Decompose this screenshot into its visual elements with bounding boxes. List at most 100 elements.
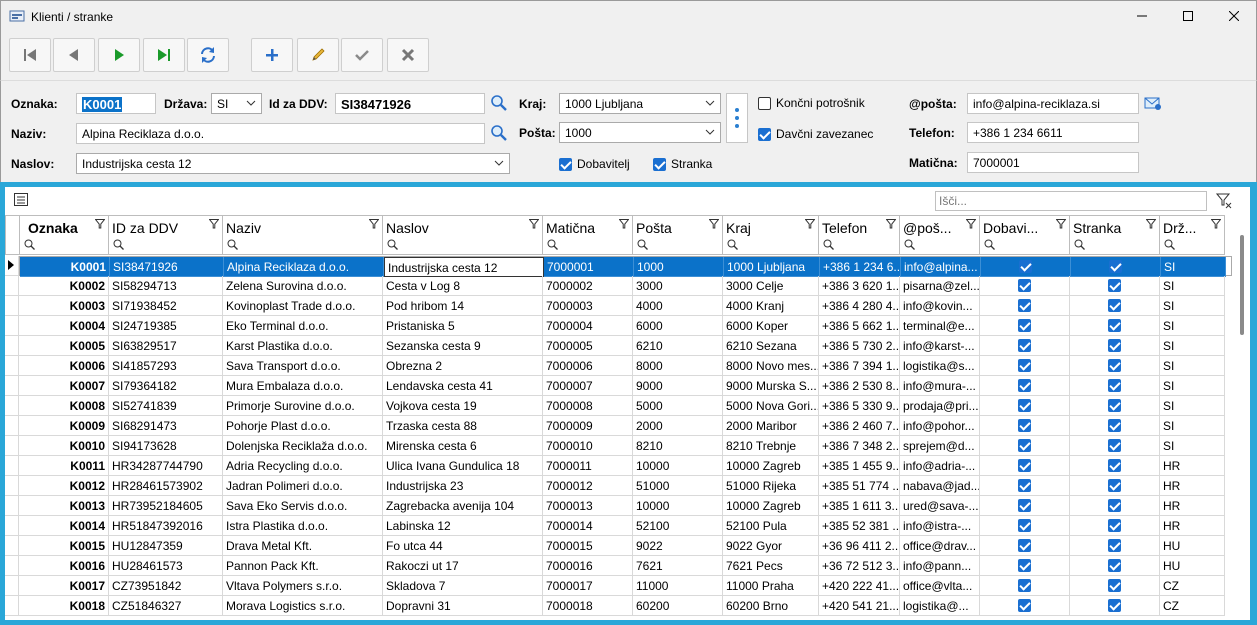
checkbox-box[interactable] <box>1108 499 1121 512</box>
filter-icon[interactable] <box>1146 219 1156 229</box>
row-indicator[interactable] <box>5 556 19 576</box>
filter-icon[interactable] <box>1056 219 1066 229</box>
table-cell[interactable]: SI41857293 <box>109 356 223 376</box>
davcni-zavezanec-checkbox[interactable]: Davčni zavezanec <box>758 127 873 141</box>
checkbox-cell[interactable] <box>1070 536 1160 556</box>
table-cell[interactable]: 7000014 <box>543 516 633 536</box>
table-cell[interactable]: info@karst-... <box>900 336 980 356</box>
row-indicator[interactable] <box>5 456 19 476</box>
send-email-button[interactable] <box>1143 93 1163 113</box>
checkbox-box[interactable] <box>1108 579 1121 592</box>
table-cell[interactable]: logistika@... <box>900 596 980 616</box>
table-cell[interactable]: 10000 Zagreb <box>723 456 819 476</box>
table-cell[interactable]: +385 51 774 ... <box>819 476 900 496</box>
checkbox-box[interactable] <box>1018 279 1031 292</box>
table-cell[interactable]: 5000 Nova Gori... <box>723 396 819 416</box>
checkbox-cell[interactable] <box>980 316 1070 336</box>
naziv-lookup-button[interactable] <box>489 123 509 143</box>
table-cell[interactable]: 11000 Praha <box>723 576 819 596</box>
table-cell[interactable]: 7000006 <box>543 356 633 376</box>
checkbox-cell[interactable] <box>980 496 1070 516</box>
table-row[interactable]: K0002 SI58294713 Zelena Surovina d.o.o. Ces… <box>19 276 1232 296</box>
table-cell[interactable]: 7000013 <box>543 496 633 516</box>
table-cell[interactable]: office@vlta... <box>900 576 980 596</box>
table-row[interactable]: K0005 SI63829517 Karst Plastika d.o.o. Seza… <box>19 336 1232 356</box>
table-cell[interactable]: 10000 Zagreb <box>723 496 819 516</box>
table-cell[interactable]: 7621 Pecs <box>723 556 819 576</box>
table-cell[interactable]: 7000009 <box>543 416 633 436</box>
table-cell[interactable]: 8000 Novo mes... <box>723 356 819 376</box>
table-cell[interactable]: SI <box>1160 336 1225 356</box>
checkbox-cell[interactable] <box>1070 396 1160 416</box>
table-cell[interactable]: HU12847359 <box>109 536 223 556</box>
checkbox-box[interactable] <box>1108 439 1121 452</box>
table-cell[interactable]: SI <box>1160 436 1225 456</box>
column-header[interactable]: Drž... <box>1160 215 1225 255</box>
table-cell[interactable]: 60200 Brno <box>723 596 819 616</box>
checkbox-box[interactable] <box>1108 559 1121 572</box>
checkbox-box[interactable] <box>1018 399 1031 412</box>
table-cell[interactable]: K0015 <box>19 536 109 556</box>
checkbox-cell[interactable] <box>1070 476 1160 496</box>
row-indicator[interactable] <box>5 496 19 516</box>
table-cell[interactable]: Obrezna 2 <box>383 356 543 376</box>
next-record-button[interactable] <box>98 38 140 72</box>
table-cell[interactable]: office@drav... <box>900 536 980 556</box>
table-cell[interactable]: 52100 <box>633 516 723 536</box>
row-indicator[interactable] <box>5 356 19 376</box>
table-cell[interactable]: Industrijska 23 <box>383 476 543 496</box>
checkbox-box[interactable] <box>1108 539 1121 552</box>
checkbox-box[interactable] <box>1109 260 1122 273</box>
checkbox-cell[interactable] <box>1070 516 1160 536</box>
checkbox-cell[interactable] <box>1070 556 1160 576</box>
filter-icon[interactable] <box>369 219 379 229</box>
table-cell[interactable]: +36 96 411 2... <box>819 536 900 556</box>
table-cell[interactable]: HR34287744790 <box>109 456 223 476</box>
table-cell[interactable]: +386 7 394 1... <box>819 356 900 376</box>
checkbox-box[interactable] <box>1018 359 1031 372</box>
table-cell[interactable]: ured@sava-... <box>900 496 980 516</box>
table-cell[interactable]: Pristaniska 5 <box>383 316 543 336</box>
table-cell[interactable]: HU <box>1160 556 1225 576</box>
filter-icon[interactable] <box>209 219 219 229</box>
table-cell[interactable]: SI <box>1160 276 1225 296</box>
checkbox-box[interactable] <box>1108 379 1121 392</box>
table-cell[interactable]: SI58294713 <box>109 276 223 296</box>
table-cell[interactable]: +386 5 330 9... <box>819 396 900 416</box>
table-cell[interactable]: +386 7 348 2... <box>819 436 900 456</box>
row-indicator[interactable] <box>5 516 19 536</box>
checkbox-cell[interactable] <box>980 516 1070 536</box>
checkbox-box[interactable] <box>1108 419 1121 432</box>
row-indicator[interactable] <box>5 576 19 596</box>
table-cell[interactable]: K0008 <box>19 396 109 416</box>
checkbox-box[interactable] <box>1018 299 1031 312</box>
table-cell[interactable]: Drava Metal Kft. <box>223 536 383 556</box>
table-cell[interactable]: Vltava Polymers s.r.o. <box>223 576 383 596</box>
table-cell[interactable]: SI <box>1160 316 1225 336</box>
table-cell[interactable]: +420 541 21... <box>819 596 900 616</box>
checkbox-cell[interactable] <box>980 596 1070 616</box>
clear-filter-button[interactable] <box>1215 193 1232 212</box>
close-button[interactable] <box>1211 1 1257 31</box>
table-cell[interactable]: 5000 <box>633 396 723 416</box>
ddv-lookup-button[interactable] <box>489 93 509 113</box>
checkbox-cell[interactable] <box>1070 356 1160 376</box>
naziv-input[interactable]: Alpina Reciklaza d.o.o. <box>76 123 485 144</box>
search-icon[interactable] <box>24 239 35 250</box>
table-cell[interactable]: K0004 <box>19 316 109 336</box>
column-header[interactable]: Oznaka <box>19 215 109 255</box>
checkbox-box[interactable] <box>1108 599 1121 612</box>
posta-select[interactable]: 1000 <box>559 122 721 143</box>
table-cell[interactable]: nabava@jad... <box>900 476 980 496</box>
checkbox-box[interactable] <box>1018 439 1031 452</box>
checkbox-box[interactable] <box>1108 399 1121 412</box>
checkbox-box[interactable] <box>1108 279 1121 292</box>
table-cell[interactable]: Cesta v Log 8 <box>383 276 543 296</box>
table-cell[interactable]: HR73952184605 <box>109 496 223 516</box>
table-cell[interactable]: +386 5 662 1... <box>819 316 900 336</box>
table-cell[interactable]: Primorje Surovine d.o.o. <box>223 396 383 416</box>
oznaka-input[interactable]: K0001 <box>76 93 156 114</box>
checkbox-box[interactable] <box>1018 479 1031 492</box>
table-cell[interactable]: 7000003 <box>543 296 633 316</box>
checkbox-box[interactable] <box>1108 319 1121 332</box>
